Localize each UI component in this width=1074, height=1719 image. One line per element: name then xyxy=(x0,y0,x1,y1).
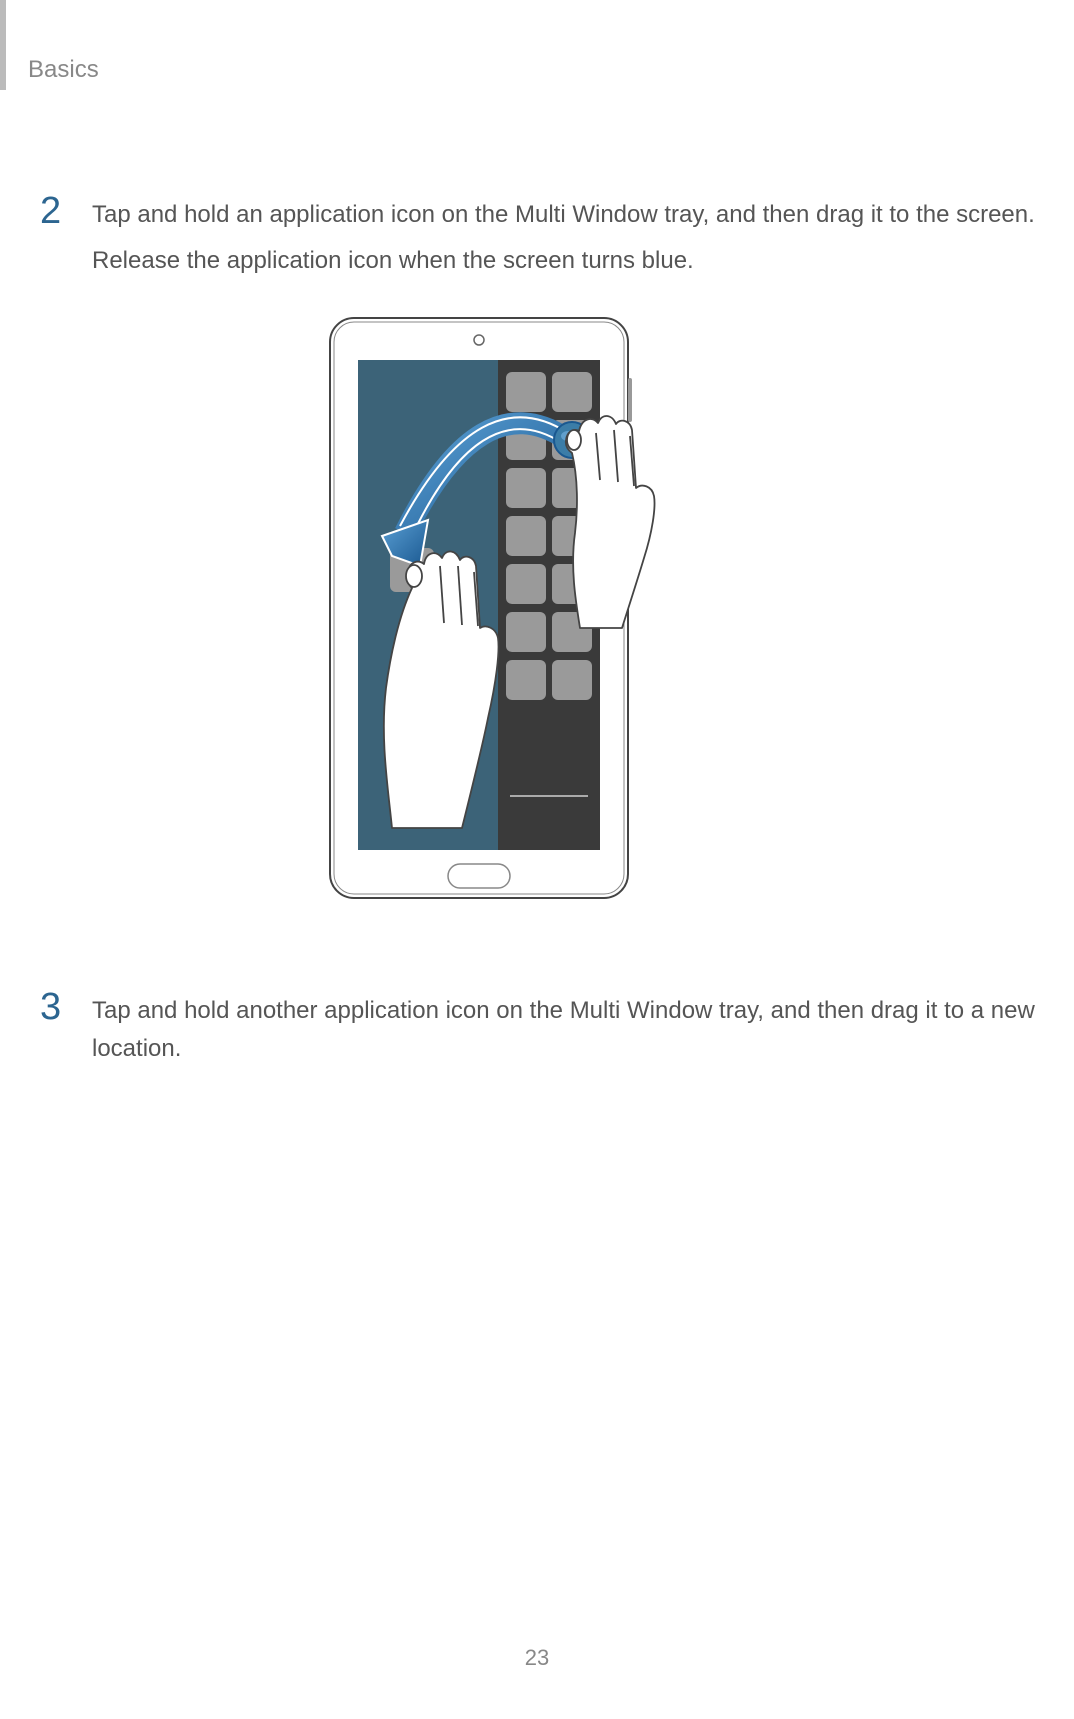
step-2: 2 Tap and hold an application icon on th… xyxy=(40,192,1054,281)
device-illustration xyxy=(320,308,740,928)
step-2-text: Tap and hold an application icon on the … xyxy=(92,192,1035,281)
step-number-2: 2 xyxy=(40,192,70,230)
step-3-text: Tap and hold another application icon on… xyxy=(92,988,1054,1069)
step-2-line2: Release the application icon when the sc… xyxy=(92,242,1035,280)
step-3: 3 Tap and hold another application icon … xyxy=(40,988,1054,1069)
page-number: 23 xyxy=(0,1645,1074,1671)
step-number-3: 3 xyxy=(40,988,70,1026)
section-title: Basics xyxy=(28,56,99,84)
step-2-line1: Tap and hold an application icon on the … xyxy=(92,201,1035,228)
device-svg xyxy=(320,308,740,928)
header-accent-bar xyxy=(0,0,6,90)
